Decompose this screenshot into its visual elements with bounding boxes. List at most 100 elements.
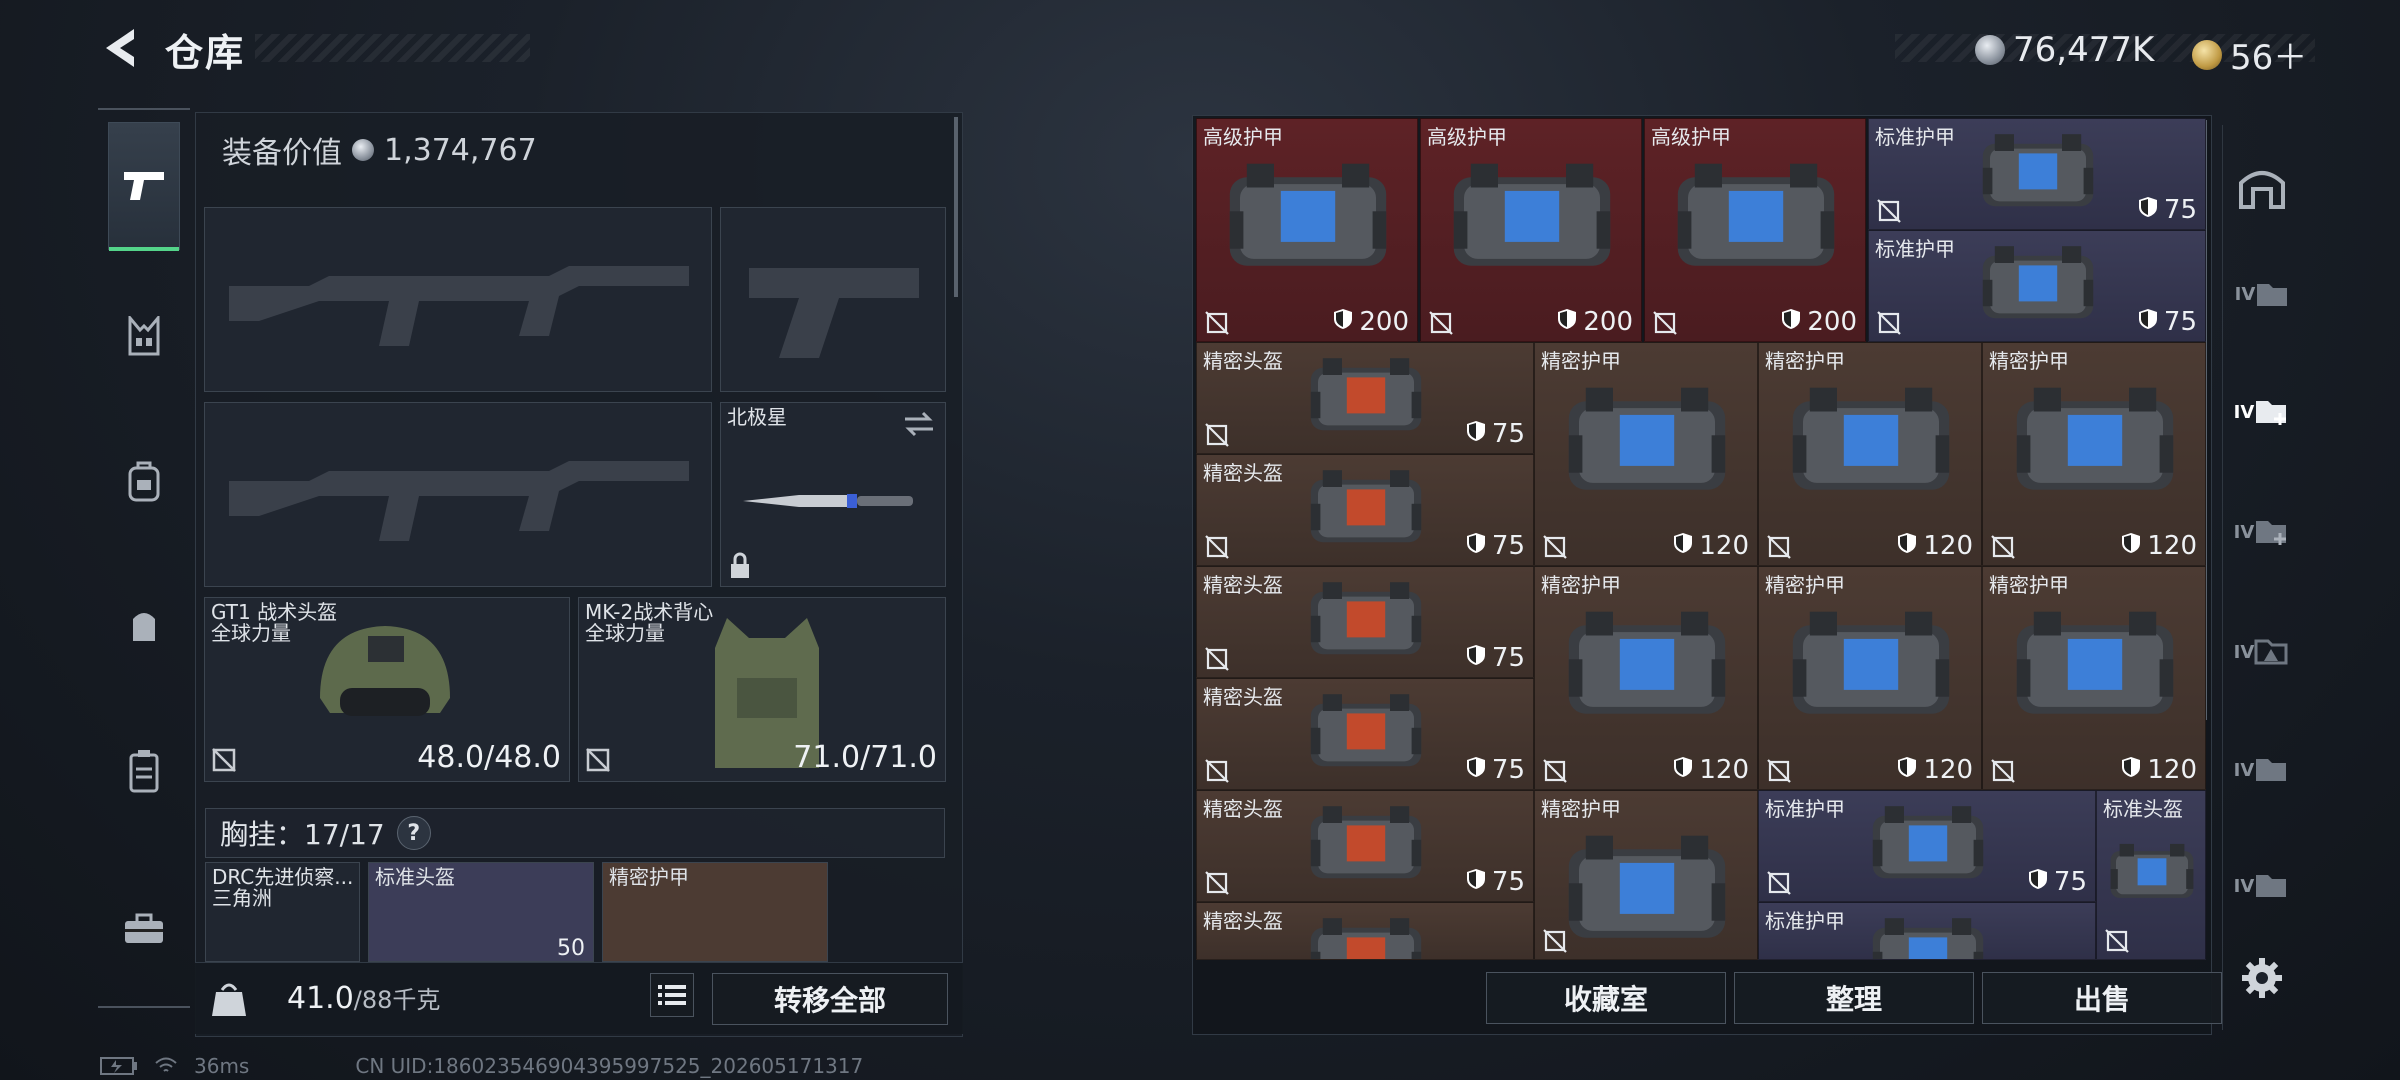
gold-amount: 56＋	[2230, 38, 2308, 78]
sell-button[interactable]: 出售	[1982, 972, 2222, 1024]
folder-warning-icon	[2254, 639, 2288, 665]
case-icon	[129, 750, 159, 793]
melee-slot[interactable]: 北极星	[720, 402, 946, 587]
grid-item[interactable]: 标准护甲 75	[1868, 230, 2206, 342]
chest-item[interactable]: 精密护甲	[602, 862, 828, 962]
nav-weapons[interactable]	[108, 122, 180, 251]
grid-item[interactable]: 精密头盔 75	[1196, 678, 1534, 790]
collection-room-button[interactable]: 收藏室	[1486, 972, 1726, 1024]
grid-item[interactable]: 精密护甲	[1534, 790, 1758, 960]
grid-item[interactable]: 精密头盔 75	[1196, 566, 1534, 678]
grid-item[interactable]: 标准护甲 75	[1758, 790, 2096, 902]
nav-case[interactable]	[108, 725, 180, 817]
no-insurance-icon	[1429, 311, 1453, 335]
no-insurance-icon	[1767, 871, 1791, 895]
shield-icon	[1333, 307, 1353, 337]
gold-currency[interactable]: 56＋	[2192, 30, 2307, 79]
grid-item[interactable]: 精密头盔 75	[1196, 342, 1534, 454]
no-insurance-icon	[1543, 929, 1567, 953]
armor-rating: 75	[2138, 307, 2197, 337]
wifi-icon	[155, 1057, 177, 1072]
shield-icon	[2028, 867, 2048, 897]
shield-icon	[1466, 419, 1486, 449]
secondary-weapon-slot[interactable]	[204, 402, 712, 587]
back-button[interactable]	[96, 22, 144, 74]
storage-page-3[interactable]: IV	[2231, 501, 2293, 563]
grid-item[interactable]: 高级护甲 200	[1196, 118, 1418, 342]
pistol-silhouette-icon	[749, 268, 919, 358]
no-insurance-icon	[1991, 535, 2015, 559]
grid-item[interactable]: 高级护甲 200	[1644, 118, 1866, 342]
armor-bag-icon	[1868, 911, 1988, 959]
grid-item[interactable]: 精密头盔	[1196, 902, 1534, 960]
grid-item[interactable]: 标准护甲 75	[1868, 118, 2206, 230]
swap-icon[interactable]	[903, 411, 935, 437]
grid-item-name: 精密护甲	[1989, 573, 2069, 597]
nav-chest-rig[interactable]	[108, 290, 180, 382]
lock-icon	[731, 552, 749, 578]
armor-bag-icon	[1562, 377, 1732, 501]
no-insurance-icon	[1205, 759, 1229, 783]
armor-rating: 120	[1897, 755, 1973, 785]
grid-item-name: 精密头盔	[1203, 797, 1283, 821]
armor-rating: 75	[1466, 643, 1525, 673]
grid-item[interactable]: 精密护甲 120	[1982, 566, 2206, 790]
grid-item[interactable]: 标准护甲	[1758, 902, 2096, 960]
grid-item-name: 精密头盔	[1203, 349, 1283, 373]
grid-item-name: 标准护甲	[1765, 909, 1845, 933]
grid-item[interactable]: 精密护甲 120	[1534, 566, 1758, 790]
armor-rating: 75	[2138, 195, 2197, 225]
silver-amount: 76,477K	[2013, 30, 2155, 70]
grid-item-name: 标准护甲	[1875, 125, 1955, 149]
shield-icon	[1557, 307, 1577, 337]
grid-item[interactable]: 标准头盔	[2096, 790, 2206, 960]
shield-icon	[1673, 755, 1693, 785]
nav-backpack[interactable]	[108, 435, 180, 527]
folder-lock-icon	[2256, 759, 2287, 781]
grid-item[interactable]: 精密护甲 120	[1758, 566, 1982, 790]
sidearm-slot[interactable]	[720, 207, 946, 392]
grid-item[interactable]: 精密头盔 75	[1196, 454, 1534, 566]
gold-coin-icon	[2192, 39, 2222, 70]
weight-max: /88千克	[353, 986, 441, 1014]
loadout-scrollbar[interactable]	[954, 117, 958, 297]
sort-button[interactable]: 整理	[1734, 972, 1974, 1024]
grid-item[interactable]: 高级护甲 200	[1420, 118, 1642, 342]
storage-page-1[interactable]: IV	[2231, 263, 2293, 325]
shield-icon	[2121, 531, 2141, 561]
storage-page-2[interactable]: IV	[2231, 381, 2293, 443]
primary-weapon-slot[interactable]	[204, 207, 712, 392]
armor-value: 75	[2163, 195, 2197, 225]
grid-item[interactable]: 精密护甲 120	[1534, 342, 1758, 566]
grid-item[interactable]: 精密护甲 120	[1982, 342, 2206, 566]
vest-slot[interactable]: MK-2战术背心 全球力量 71.0/71.0	[578, 597, 946, 782]
backpack-icon	[128, 461, 160, 502]
storage-home[interactable]	[2231, 155, 2293, 217]
no-insurance-icon	[1767, 535, 1791, 559]
nav-pouch[interactable]	[108, 580, 180, 672]
chevron-left-icon	[106, 29, 134, 67]
storage-page-6[interactable]: IV	[2231, 855, 2293, 917]
armor-rating: 75	[2028, 867, 2087, 897]
storage-page-5[interactable]: IV	[2231, 739, 2293, 801]
grid-item[interactable]: 精密护甲 120	[1758, 342, 1982, 566]
armor-rating: 120	[2121, 531, 2197, 561]
armor-rating: 75	[1466, 531, 1525, 561]
help-icon[interactable]: ?	[396, 816, 431, 850]
list-view-button[interactable]	[650, 973, 694, 1017]
armor-value: 120	[1923, 531, 1973, 561]
armor-value: 75	[1491, 531, 1525, 561]
transfer-all-button[interactable]: 转移全部	[712, 973, 948, 1025]
armor-rating: 120	[1673, 755, 1749, 785]
storage-page-4[interactable]: IV	[2231, 621, 2293, 683]
no-insurance-icon	[1877, 199, 1901, 223]
grid-item-name: 高级护甲	[1651, 125, 1731, 149]
chest-item[interactable]: 标准头盔 50	[368, 862, 594, 962]
settings-button[interactable]	[2231, 947, 2293, 1009]
chest-item[interactable]: DRC先进侦察... 三角洲	[205, 862, 360, 962]
helmet-slot[interactable]: GT1 战术头盔 全球力量 48.0/48.0	[204, 597, 570, 782]
grid-item[interactable]: 精密头盔 75	[1196, 790, 1534, 902]
nav-toolbox[interactable]	[108, 882, 180, 974]
armor-value: 75	[1491, 867, 1525, 897]
folder-icon	[2257, 284, 2288, 306]
